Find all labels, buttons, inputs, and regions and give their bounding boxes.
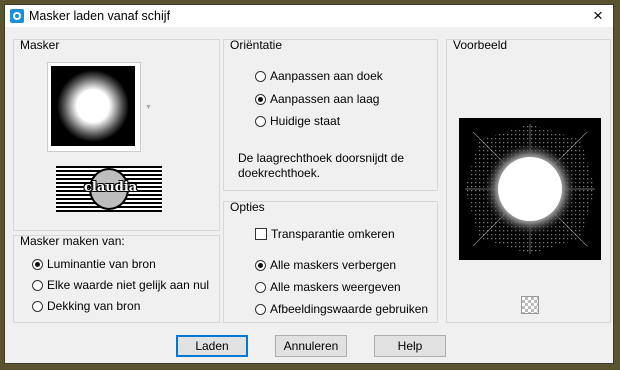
radio-fit-canvas-label: Aanpassen aan doek bbox=[270, 69, 383, 83]
logo-text: claudia bbox=[84, 180, 138, 195]
claudia-logo: claudia bbox=[56, 166, 162, 212]
radio-fit-layer[interactable]: Aanpassen aan laag bbox=[255, 91, 379, 107]
mask-thumbnail-image bbox=[51, 66, 135, 146]
radio-current-state[interactable]: Huidige staat bbox=[255, 113, 340, 129]
orientation-label: Oriëntatie bbox=[230, 38, 283, 52]
dialog-window: Masker laden vanaf schijf × Masker ▼ cla… bbox=[4, 4, 614, 364]
radio-any-nonzero-indicator[interactable] bbox=[32, 280, 43, 291]
checkerboard-icon[interactable] bbox=[521, 296, 539, 314]
mask-thumbnail[interactable] bbox=[47, 62, 141, 152]
invert-transparency-label: Transparantie omkeren bbox=[271, 227, 395, 241]
radio-current-state-label: Huidige staat bbox=[270, 114, 341, 128]
radio-show-all[interactable]: Alle maskers weergeven bbox=[255, 279, 401, 295]
radio-opacity[interactable]: Dekking van bron bbox=[32, 298, 140, 314]
dropdown-arrow-icon[interactable]: ▼ bbox=[145, 104, 152, 111]
radio-fit-canvas[interactable]: Aanpassen aan doek bbox=[255, 68, 383, 84]
preview-image bbox=[459, 118, 601, 260]
radio-fit-layer-indicator[interactable] bbox=[255, 94, 266, 105]
invert-transparency-checkbox[interactable]: Transparantie omkeren bbox=[255, 226, 395, 242]
window-title: Masker laden vanaf schijf bbox=[29, 9, 171, 23]
radio-luminance-indicator[interactable] bbox=[32, 259, 43, 270]
orientation-info-text: De laagrechthoek doorsnijdt de doekrecht… bbox=[238, 151, 405, 180]
radio-any-nonzero-label: Elke waarde niet gelijk aan nul bbox=[47, 278, 210, 292]
radio-show-all-label: Alle maskers weergeven bbox=[270, 280, 401, 294]
radio-luminance[interactable]: Luminantie van bron bbox=[32, 256, 156, 272]
radio-show-all-indicator[interactable] bbox=[255, 282, 266, 293]
radio-image-value[interactable]: Afbeeldingswaarde gebruiken bbox=[255, 301, 428, 317]
orientation-group: Oriëntatie Aanpassen aan doek Aanpassen … bbox=[223, 38, 438, 191]
radio-opacity-label: Dekking van bron bbox=[47, 299, 141, 313]
radio-opacity-indicator[interactable] bbox=[32, 301, 43, 312]
mask-source-label: Masker maken van: bbox=[20, 234, 125, 248]
help-button[interactable]: Help bbox=[374, 335, 446, 357]
options-group: Opties Transparantie omkeren Alle masker… bbox=[223, 200, 438, 323]
mask-group: Masker ▼ claudia bbox=[13, 38, 220, 231]
radio-hide-all-indicator[interactable] bbox=[255, 260, 266, 271]
options-label: Opties bbox=[230, 200, 265, 214]
app-icon bbox=[10, 9, 24, 23]
radio-image-value-label: Afbeeldingswaarde gebruiken bbox=[270, 302, 429, 316]
preview-label: Voorbeeld bbox=[453, 38, 508, 52]
radio-luminance-label: Luminantie van bron bbox=[47, 257, 156, 271]
radio-any-nonzero[interactable]: Elke waarde niet gelijk aan nul bbox=[32, 277, 209, 293]
radio-image-value-indicator[interactable] bbox=[255, 304, 266, 315]
mask-group-label: Masker bbox=[20, 38, 60, 52]
cancel-button[interactable]: Annuleren bbox=[275, 335, 347, 357]
title-bar: Masker laden vanaf schijf × bbox=[5, 5, 613, 27]
radio-fit-canvas-indicator[interactable] bbox=[255, 71, 266, 82]
mask-source-group: Masker maken van: Luminantie van bron El… bbox=[13, 234, 220, 323]
preview-group: Voorbeeld bbox=[446, 38, 611, 323]
invert-transparency-box[interactable] bbox=[255, 228, 267, 240]
radio-hide-all-label: Alle maskers verbergen bbox=[270, 258, 397, 272]
close-button[interactable]: × bbox=[589, 7, 607, 25]
radio-fit-layer-label: Aanpassen aan laag bbox=[270, 92, 380, 106]
load-button[interactable]: Laden bbox=[176, 335, 248, 357]
radio-current-state-indicator[interactable] bbox=[255, 116, 266, 127]
radio-hide-all[interactable]: Alle maskers verbergen bbox=[255, 257, 396, 273]
